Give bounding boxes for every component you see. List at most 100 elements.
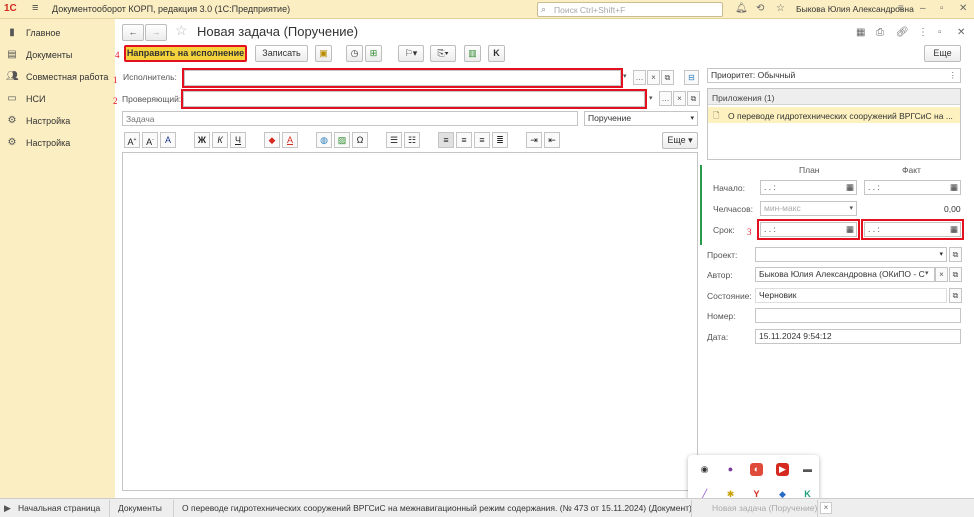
window-title: Документооборот КОРП, редакция 3.0 (1С:П… [52,4,291,14]
save-button[interactable]: Записать [255,45,308,62]
font-increase-button[interactable]: A+ [124,132,140,148]
project-open-button[interactable]: ⧉ [949,247,962,262]
executor-clear-button[interactable]: × [647,70,660,85]
more-button[interactable]: Еще [924,45,961,62]
italic-button[interactable]: К [212,132,228,148]
tray-app-icon[interactable]: ▬ [801,463,814,476]
tray-app-icon[interactable]: ● [724,463,737,476]
sidebar-item-collaboration[interactable]: 👥︎ Совместная работа [0,66,115,88]
star-icon[interactable]: ☆ [776,3,785,14]
report-icon[interactable]: ▦ [856,27,865,38]
people-icon: 👥︎ [6,71,19,82]
align-justify-icon[interactable]: ≣ [492,132,508,148]
executor-open-button[interactable]: ⧉ [661,70,674,85]
checker-clear-button[interactable]: × [673,91,686,106]
flag-dropdown-button[interactable]: ⚐▾ [398,45,424,62]
priority-select[interactable]: Приоритет: Обычный ⋮ [707,68,961,83]
clock-icon[interactable]: ◷ [346,45,363,62]
k-icon[interactable]: K [488,45,505,62]
checker-open-button[interactable]: ⧉ [687,91,700,106]
sidebar-item-settings-2[interactable]: ⚙ Настройка [0,132,115,154]
tray-app-icon[interactable]: ▶ [776,463,789,476]
link-insert-icon[interactable]: ◍ [316,132,332,148]
forward-button[interactable]: → [145,24,167,41]
tab-document-card[interactable]: О переводе гидротехнических сооружений В… [178,500,692,517]
menu-icon[interactable]: ⋮ [918,27,928,38]
task-description-editor[interactable] [122,152,698,491]
sidebar-item-documents[interactable]: ▤ Документы [0,44,115,66]
chevron-down-icon: ▾ [849,205,853,212]
checker-dropdown-icon[interactable]: ▾ [649,94,653,102]
author-value: Быкова Юлия Александровна (ОКиПО - С [759,269,925,279]
font-decrease-button[interactable]: A- [142,132,158,148]
sidebar-item-nsi[interactable]: ▭ НСИ [0,88,115,110]
editor-more-button[interactable]: Еще ▾ [662,132,698,149]
back-button[interactable]: ← [122,24,144,41]
chevron-down-icon: ▾ [939,251,943,258]
hours-plan-input[interactable]: мин-макс ▾ [760,201,857,216]
numbered-list-icon[interactable]: ☷ [404,132,420,148]
search-input[interactable]: ⌕ Поиск Ctrl+Shift+F [537,2,723,17]
tab-home[interactable]: Начальная страница [14,500,110,517]
search-placeholder: Поиск Ctrl+Shift+F [554,5,626,15]
start-plan-input[interactable]: . . : ▦ [760,180,857,195]
author-label: Автор: [707,270,733,280]
underline-button[interactable]: Ч [230,132,246,148]
close-icon[interactable]: ✕ [959,3,967,14]
state-value: Черновик [755,288,947,303]
task-subject-input[interactable] [122,111,578,126]
table-icon[interactable]: ▥ [464,45,481,62]
user-name[interactable]: Быкова Юлия Александровна [796,4,914,14]
start-fact-input[interactable]: . . : ▦ [864,180,961,195]
author-open-button[interactable]: ⧉ [949,267,962,282]
indent-increase-icon[interactable]: ⇥ [526,132,542,148]
align-left-icon[interactable]: ≡ [438,132,454,148]
text-color-icon[interactable]: A [282,132,298,148]
history-icon[interactable]: ⟲ [756,3,764,14]
highlight-color-icon[interactable]: ◆ [264,132,280,148]
form-restore-icon[interactable]: ▫ [938,27,942,38]
author-input[interactable]: Быкова Юлия Александровна (ОКиПО - С [755,267,935,282]
font-icon[interactable]: A [160,132,176,148]
date-input[interactable]: 15.11.2024 9:54:12 [755,329,961,344]
sidebar-item-label: Совместная работа [26,72,109,82]
tab-new-task[interactable]: Новая задача (Поручение) [708,500,818,517]
attachment-dropdown-button[interactable]: ⎘▾ [430,45,456,62]
settings-icon[interactable]: ≡ [898,3,904,14]
bell-icon[interactable]: 🔔︎ [735,3,748,14]
form-close-icon[interactable]: ✕ [957,27,965,38]
tray-app-icon[interactable]: ◐ [750,463,763,476]
template-icon[interactable]: ▣ [315,45,332,62]
author-clear-button[interactable]: × [935,267,948,282]
restore-icon[interactable]: ▫ [940,3,944,14]
align-center-icon[interactable]: ≡ [456,132,472,148]
special-char-button[interactable]: Ω [352,132,368,148]
link-icon[interactable]: 🔗︎ [896,27,909,38]
image-insert-icon[interactable]: ▨ [334,132,350,148]
author-dropdown-icon[interactable]: ▾ [925,269,929,277]
sidebar-item-main[interactable]: ▮ Главное [0,22,115,44]
executor-extra-icon[interactable]: ⊟ [684,70,699,85]
align-right-icon[interactable]: ≡ [474,132,490,148]
send-to-execution-button[interactable]: Направить на исполнение [124,45,247,62]
checker-select-button[interactable]: … [659,91,672,106]
tab-documents[interactable]: Документы [114,500,174,517]
print-icon[interactable]: ⎙ [876,27,884,38]
main-menu-icon[interactable]: ≡ [32,3,38,14]
indent-decrease-icon[interactable]: ⇤ [544,132,560,148]
new-subtask-icon[interactable]: ⊞ [365,45,382,62]
tab-close-icon[interactable]: × [820,502,832,514]
favorite-star-icon[interactable]: ☆ [175,22,188,39]
sidebar-item-settings[interactable]: ⚙ Настройка [0,110,115,132]
project-input[interactable]: ▾ [755,247,947,262]
executor-dropdown-icon[interactable]: ▾ [623,72,627,80]
bold-button[interactable]: Ж [194,132,210,148]
number-input[interactable] [755,308,961,323]
executor-select-button[interactable]: … [633,70,646,85]
state-open-button[interactable]: ⧉ [949,288,962,303]
task-type-select[interactable]: Поручение ▾ [584,111,698,126]
tray-app-icon[interactable]: ◉ [698,463,711,476]
minimize-icon[interactable]: – [920,3,926,14]
bullet-list-icon[interactable]: ☰ [386,132,402,148]
home-icon: ▮ [9,27,15,38]
